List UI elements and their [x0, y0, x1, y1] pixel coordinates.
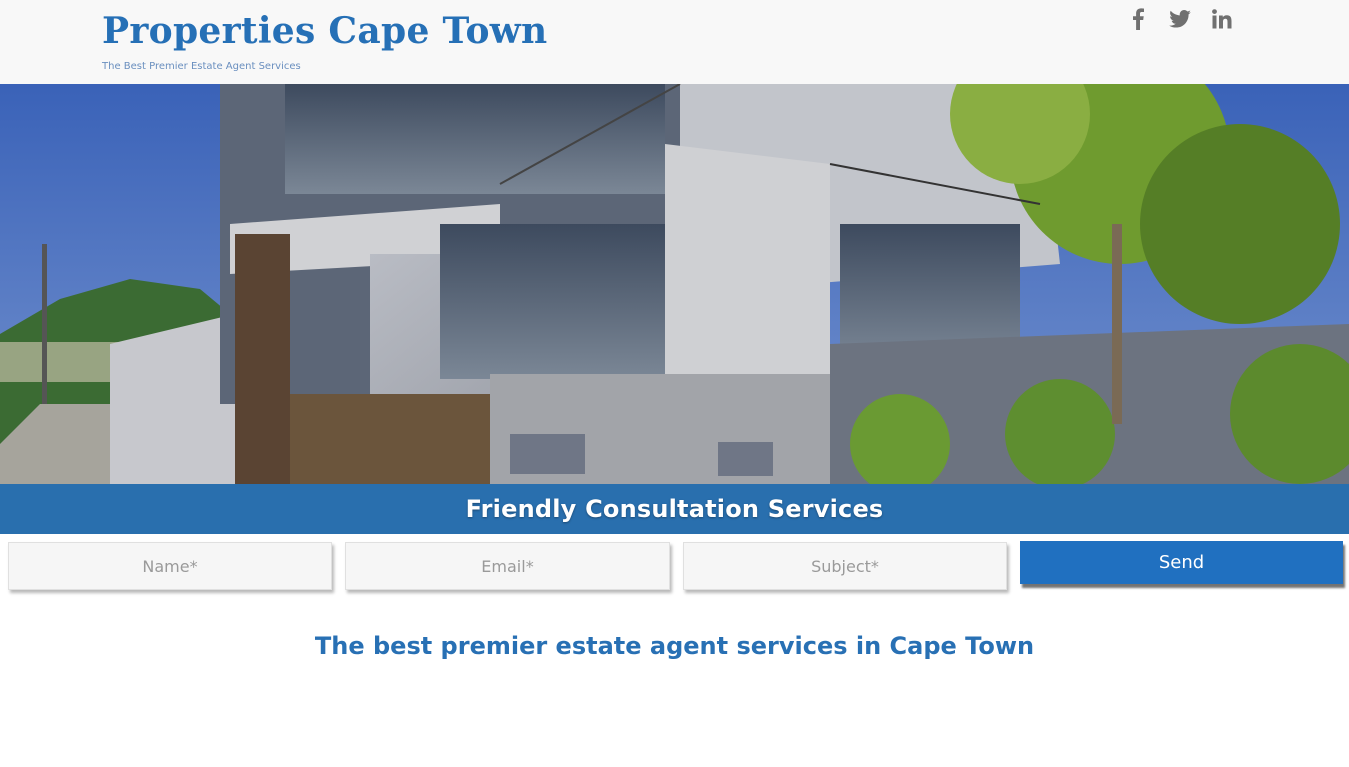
site-title[interactable]: Properties Cape Town [102, 11, 548, 52]
house-photo [0, 84, 1349, 534]
send-button[interactable]: Send [1020, 541, 1343, 584]
subject-field[interactable] [683, 542, 1007, 590]
linkedin-icon[interactable] [1210, 7, 1234, 31]
consultation-form: Send [8, 541, 1344, 590]
name-input[interactable] [9, 542, 331, 590]
hero-banner-text: Friendly Consultation Services [465, 495, 884, 523]
site-tagline: The Best Premier Estate Agent Services [102, 61, 301, 72]
email-input[interactable] [346, 542, 669, 590]
social-links [1126, 7, 1234, 31]
site-header: Properties Cape Town The Best Premier Es… [0, 0, 1349, 84]
twitter-icon[interactable] [1168, 7, 1192, 31]
subject-input[interactable] [684, 542, 1006, 590]
facebook-icon[interactable] [1126, 7, 1150, 31]
email-field[interactable] [345, 542, 670, 590]
main-headline: The best premier estate agent services i… [314, 632, 1035, 660]
hero-banner: Friendly Consultation Services [0, 484, 1349, 534]
hero-image: Friendly Consultation Services [0, 84, 1349, 534]
name-field[interactable] [8, 542, 332, 590]
